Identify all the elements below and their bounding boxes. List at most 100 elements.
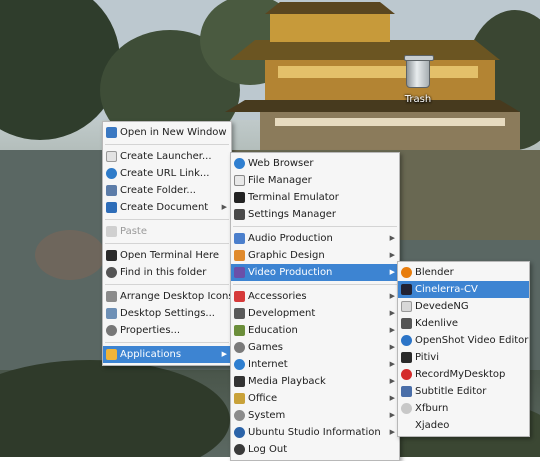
- menu-separator: [105, 342, 229, 343]
- menu-item-label: Terminal Emulator: [248, 192, 339, 203]
- menu-item-label: DevedeNG: [415, 301, 469, 312]
- menu-item-label: Video Production: [248, 267, 333, 278]
- accessories-icon: [234, 291, 245, 302]
- menu-item-label: Web Browser: [248, 158, 314, 169]
- menu-item-label: Desktop Settings...: [120, 308, 215, 319]
- menu-separator: [105, 219, 229, 220]
- menu-item-label: Accessories: [248, 291, 307, 302]
- recordmydesktop-icon: [401, 369, 412, 380]
- app-item-education[interactable]: Education ▶: [231, 322, 399, 339]
- internet-icon: [234, 359, 245, 370]
- menu-item-label: Blender: [415, 267, 454, 278]
- menu-item-label: Create URL Link...: [120, 168, 210, 179]
- video-item-pitivi[interactable]: Pitivi: [398, 349, 529, 366]
- menu-item-arrange-icons[interactable]: Arrange Desktop Icons: [103, 288, 234, 305]
- menu-item-label: Applications: [120, 349, 182, 360]
- globe-icon: [106, 168, 117, 179]
- menu-item-open-terminal[interactable]: Open Terminal Here: [103, 247, 231, 264]
- video-production-menu: Blender Cinelerra-CV DevedeNG Kdenlive O…: [397, 261, 530, 437]
- app-item-games[interactable]: Games ▶: [231, 339, 399, 356]
- video-item-xjadeo[interactable]: Xjadeo: [398, 417, 529, 434]
- menu-item-label: System: [248, 410, 286, 421]
- office-icon: [234, 393, 245, 404]
- video-item-recordmydesktop[interactable]: RecordMyDesktop: [398, 366, 529, 383]
- system-icon: [234, 410, 245, 421]
- menu-item-paste[interactable]: Paste: [103, 223, 231, 240]
- menu-item-applications[interactable]: Applications ▶: [103, 346, 231, 363]
- video-icon: [234, 267, 245, 278]
- app-item-audio-production[interactable]: Audio Production ▶: [231, 230, 399, 247]
- submenu-arrow-icon: ▶: [389, 268, 395, 276]
- audio-icon: [234, 233, 245, 244]
- app-item-video-production[interactable]: Video Production ▶: [231, 264, 399, 281]
- menu-item-label: Open Terminal Here: [120, 250, 220, 261]
- terminal-icon: [106, 250, 117, 261]
- video-item-openshot[interactable]: OpenShot Video Editor: [398, 332, 529, 349]
- menu-item-find-in-folder[interactable]: Find in this folder: [103, 264, 231, 281]
- app-item-terminal-emulator[interactable]: Terminal Emulator: [231, 189, 399, 206]
- app-item-settings-manager[interactable]: Settings Manager: [231, 206, 399, 223]
- trash-icon: [404, 55, 434, 88]
- menu-item-create-folder[interactable]: Create Folder...: [103, 182, 231, 199]
- app-item-graphic-design[interactable]: Graphic Design ▶: [231, 247, 399, 264]
- app-item-office[interactable]: Office ▶: [231, 390, 399, 407]
- applications-menu: Web Browser File Manager Terminal Emulat…: [230, 152, 400, 461]
- search-icon: [106, 267, 117, 278]
- menu-separator: [105, 144, 229, 145]
- video-item-cinelerra[interactable]: Cinelerra-CV: [398, 281, 529, 298]
- video-item-subtitle-editor[interactable]: Subtitle Editor: [398, 383, 529, 400]
- app-item-log-out[interactable]: Log Out: [231, 441, 399, 458]
- app-item-web-browser[interactable]: Web Browser: [231, 155, 399, 172]
- submenu-arrow-icon: ▶: [389, 326, 395, 334]
- submenu-arrow-icon: ▶: [221, 350, 227, 358]
- menu-item-label: Office: [248, 393, 278, 404]
- terminal-icon: [234, 192, 245, 203]
- submenu-arrow-icon: ▶: [389, 428, 395, 436]
- document-icon: [106, 202, 117, 213]
- app-item-media-playback[interactable]: Media Playback ▶: [231, 373, 399, 390]
- desktop-settings-icon: [106, 308, 117, 319]
- menu-item-properties[interactable]: Properties...: [103, 322, 231, 339]
- submenu-arrow-icon: ▶: [389, 309, 395, 317]
- menu-item-label: Education: [248, 325, 298, 336]
- submenu-arrow-icon: ▶: [389, 411, 395, 419]
- cinelerra-icon: [401, 284, 412, 295]
- app-item-accessories[interactable]: Accessories ▶: [231, 288, 399, 305]
- submenu-arrow-icon: ▶: [389, 234, 395, 242]
- devedeng-icon: [401, 301, 412, 312]
- app-item-system[interactable]: System ▶: [231, 407, 399, 424]
- menu-item-create-document[interactable]: Create Document ▶: [103, 199, 231, 216]
- video-item-devedeng[interactable]: DevedeNG: [398, 298, 529, 315]
- menu-item-desktop-settings[interactable]: Desktop Settings...: [103, 305, 231, 322]
- menu-item-create-launcher[interactable]: Create Launcher...: [103, 148, 231, 165]
- trash-desktop-icon[interactable]: Trash: [398, 55, 438, 105]
- ubuntu-studio-icon: [234, 427, 245, 438]
- menu-item-label: Paste: [120, 226, 147, 237]
- menu-item-create-url-link[interactable]: Create URL Link...: [103, 165, 231, 182]
- menu-item-label: Create Document: [120, 202, 209, 213]
- app-item-internet[interactable]: Internet ▶: [231, 356, 399, 373]
- menu-item-label: Cinelerra-CV: [415, 284, 478, 295]
- video-item-xfburn[interactable]: Xfburn: [398, 400, 529, 417]
- menu-item-label: Audio Production: [248, 233, 333, 244]
- menu-item-label: Open in New Window: [120, 127, 227, 138]
- menu-item-label: Create Folder...: [120, 185, 196, 196]
- menu-item-label: OpenShot Video Editor: [415, 335, 529, 346]
- openshot-icon: [401, 335, 412, 346]
- log-out-icon: [234, 444, 245, 455]
- menu-item-open-new-window[interactable]: Open in New Window: [103, 124, 231, 141]
- video-item-blender[interactable]: Blender: [398, 264, 529, 281]
- pitivi-icon: [401, 352, 412, 363]
- games-icon: [234, 342, 245, 353]
- menu-separator: [105, 284, 229, 285]
- video-item-kdenlive[interactable]: Kdenlive: [398, 315, 529, 332]
- education-icon: [234, 325, 245, 336]
- app-item-file-manager[interactable]: File Manager: [231, 172, 399, 189]
- submenu-arrow-icon: ▶: [389, 394, 395, 402]
- menu-item-label: Xfburn: [415, 403, 449, 414]
- submenu-arrow-icon: ▶: [389, 251, 395, 259]
- submenu-arrow-icon: ▶: [389, 377, 395, 385]
- app-item-development[interactable]: Development ▶: [231, 305, 399, 322]
- properties-icon: [106, 325, 117, 336]
- app-item-ubuntu-studio-info[interactable]: Ubuntu Studio Information ▶: [231, 424, 399, 441]
